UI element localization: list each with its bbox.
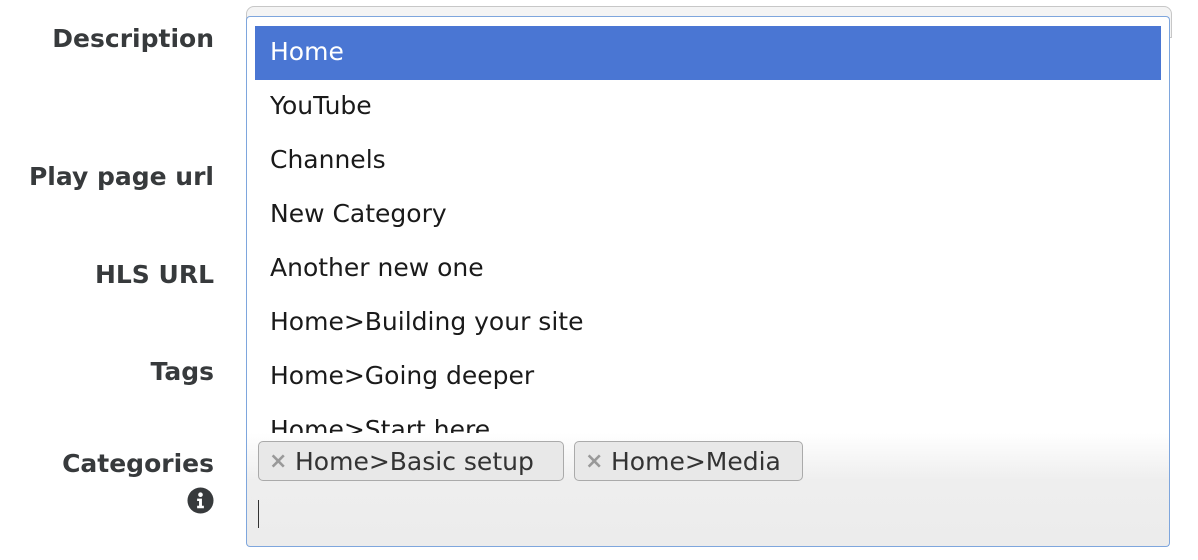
categories-option-list: Home YouTube Channels New Category Anoth… [255,26,1161,433]
dropdown-option[interactable]: New Category [255,188,1161,242]
categories-label: Categories [62,449,214,478]
dropdown-option[interactable]: Home>Building your site [255,296,1161,350]
chip-label: Home>Media [611,446,781,476]
categories-dropdown: Home YouTube Channels New Category Anoth… [246,16,1170,433]
hls-url-label: HLS URL [94,260,214,289]
dropdown-option[interactable]: Channels [255,134,1161,188]
description-label: Description [52,24,214,53]
dropdown-option[interactable]: YouTube [255,80,1161,134]
selected-category-chip: × Home>Media [574,441,803,481]
selected-category-chip: × Home>Basic setup [258,441,564,481]
dropdown-option[interactable]: Home [255,26,1161,80]
text-caret [258,500,259,528]
close-icon[interactable]: × [585,449,603,474]
chip-label: Home>Basic setup [295,446,534,476]
categories-search-input[interactable] [256,497,556,529]
dropdown-option[interactable]: Home>Start here [255,404,1161,433]
dropdown-option[interactable]: Another new one [255,242,1161,296]
tags-label: Tags [150,357,214,386]
dropdown-option[interactable]: Home>Going deeper [255,350,1161,404]
close-icon[interactable]: × [269,449,287,474]
play-page-url-label: Play page url [28,162,214,191]
category-edit-form: Description Play page url HLS URL Tags C… [0,0,1198,560]
info-circle-icon[interactable] [187,487,214,514]
categories-select-box[interactable]: × Home>Basic setup × Home>Media [246,433,1170,547]
